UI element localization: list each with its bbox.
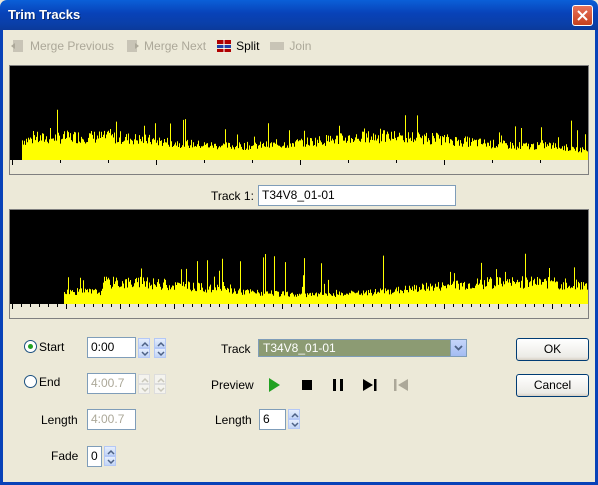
start-label: Start: [39, 340, 65, 354]
end-radio[interactable]: [24, 375, 37, 388]
track-name-field[interactable]: T34V8_01-01: [258, 185, 456, 206]
end-down-arrow-2: [154, 384, 166, 394]
waveform-signal: [64, 253, 588, 304]
start-stepper[interactable]: [138, 338, 150, 358]
start-stepper-2[interactable]: [154, 338, 166, 358]
chevron-down-icon: [107, 459, 115, 465]
start-down-arrow-2[interactable]: [154, 348, 166, 358]
title-bar: Trim Tracks: [0, 0, 598, 30]
length-field: 4:00.7: [87, 409, 136, 430]
track-select-value: T34V8_01-01: [263, 341, 336, 355]
fade-label: Fade: [51, 449, 79, 463]
close-button[interactable]: [572, 5, 593, 26]
split-icon: [217, 39, 232, 53]
split-button[interactable]: Split: [216, 38, 259, 54]
start-up-arrow-2[interactable]: [154, 338, 166, 348]
merge-previous-button[interactable]: Merge Previous: [10, 38, 114, 54]
end-stepper-2: [154, 374, 166, 394]
end-time-field: 4:00.7: [87, 373, 136, 394]
chevron-down-icon: [141, 351, 149, 357]
preview-length-field[interactable]: 6: [259, 409, 286, 430]
chevron-up-icon: [141, 341, 149, 347]
start-time-field[interactable]: 0:00: [87, 337, 136, 358]
split-label: Split: [236, 39, 260, 53]
chevron-up-icon: [291, 412, 299, 418]
merge-previous-label: Merge Previous: [30, 39, 115, 53]
ok-button[interactable]: OK: [516, 338, 589, 361]
stop-icon[interactable]: [298, 376, 316, 394]
end-down-arrow: [138, 384, 150, 394]
fade-stepper[interactable]: [104, 446, 116, 466]
merge-previous-icon: [11, 40, 23, 52]
chevron-down-icon: [157, 351, 165, 357]
track-select-label: Track: [221, 342, 251, 356]
timeline-ruler: [10, 160, 588, 174]
join-label: Join: [289, 39, 312, 53]
play-icon[interactable]: [265, 376, 283, 394]
fade-up-arrow[interactable]: [104, 446, 116, 456]
waveform-overview-graph: [10, 109, 588, 174]
end-stepper: [138, 374, 150, 394]
toolbar: Merge Previous Merge Next Split Join: [10, 36, 321, 56]
preview-length-label: Length: [215, 413, 252, 427]
preview-length-down-arrow[interactable]: [288, 419, 300, 429]
chevron-up-icon: [157, 377, 165, 383]
fade-down-arrow[interactable]: [104, 456, 116, 466]
start-up-arrow[interactable]: [138, 338, 150, 348]
waveform-signal: [22, 109, 588, 160]
start-down-arrow[interactable]: [138, 348, 150, 358]
chevron-down-icon: [454, 345, 463, 351]
window-title: Trim Tracks: [8, 7, 81, 22]
preview-label: Preview: [211, 378, 254, 392]
join-icon: [270, 42, 285, 50]
merge-next-icon: [127, 40, 140, 52]
length-label: Length: [41, 413, 78, 427]
skip-forward-icon[interactable]: [361, 376, 379, 394]
waveform-detail-graph: [10, 253, 588, 318]
preview-length-stepper[interactable]: [288, 409, 300, 429]
join-button[interactable]: Join: [269, 38, 311, 54]
chevron-up-icon: [157, 341, 165, 347]
timeline-ruler: [10, 304, 588, 318]
waveform-overview[interactable]: [9, 65, 589, 175]
preview-length-up-arrow[interactable]: [288, 409, 300, 419]
cancel-button[interactable]: Cancel: [516, 374, 589, 397]
waveform-detail[interactable]: [9, 209, 589, 319]
chevron-down-icon: [157, 387, 165, 393]
track-select-arrow[interactable]: [450, 340, 466, 356]
fade-field[interactable]: 0: [87, 446, 102, 467]
track-select[interactable]: T34V8_01-01: [258, 339, 467, 357]
chevron-up-icon: [107, 449, 115, 455]
end-up-arrow-2: [154, 374, 166, 384]
skip-back-icon: [394, 379, 408, 391]
pause-icon[interactable]: [329, 376, 347, 394]
merge-next-button[interactable]: Merge Next: [124, 38, 206, 54]
track-name-label: Track 1:: [211, 189, 254, 203]
merge-next-label: Merge Next: [144, 39, 207, 53]
chevron-up-icon: [141, 377, 149, 383]
end-up-arrow: [138, 374, 150, 384]
chevron-down-icon: [141, 387, 149, 393]
end-label: End: [39, 375, 61, 389]
close-icon: [577, 10, 588, 21]
chevron-down-icon: [291, 422, 299, 428]
start-radio[interactable]: [24, 340, 37, 353]
